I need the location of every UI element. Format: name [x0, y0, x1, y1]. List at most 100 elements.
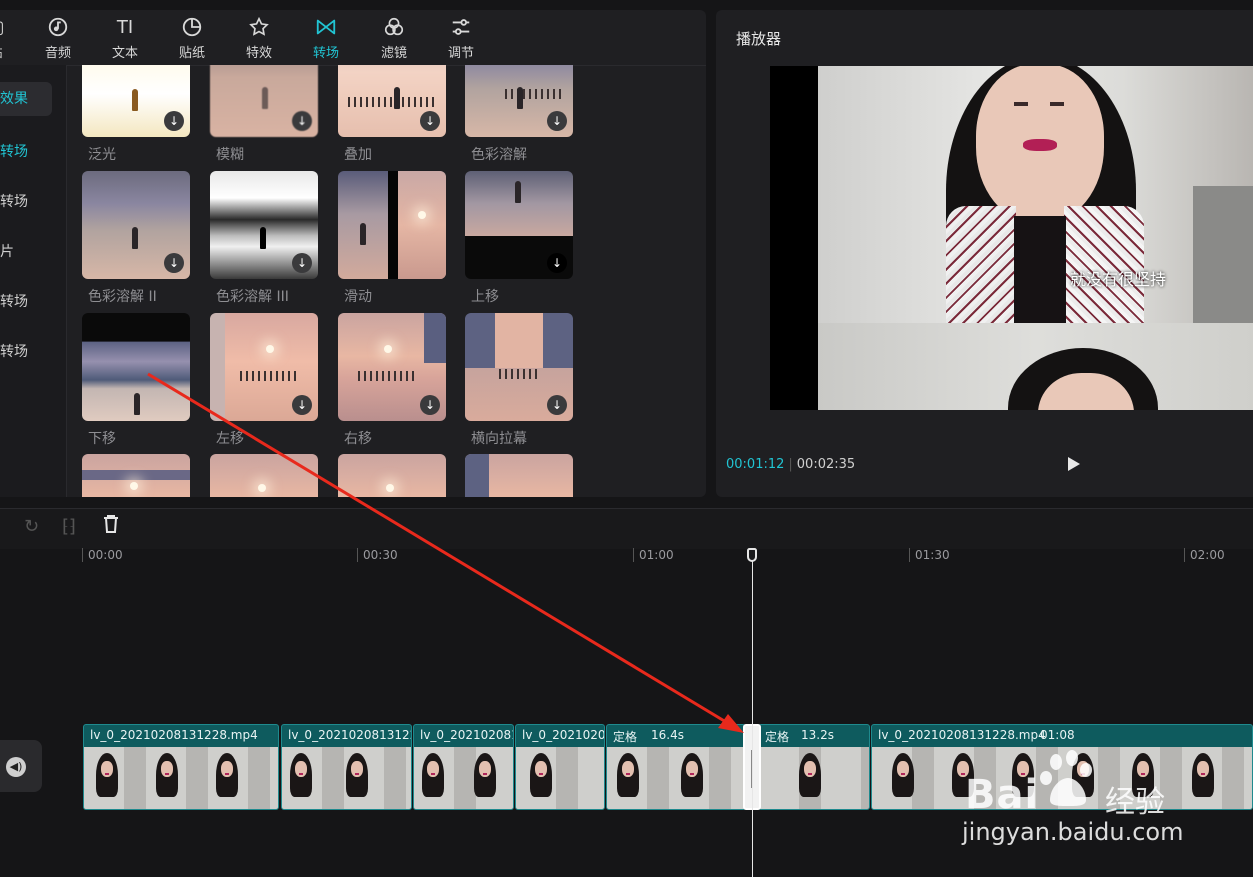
transition-thumbnail[interactable]: ↓ [82, 171, 190, 279]
category-item[interactable]: 罩转场 [0, 335, 66, 369]
transition-grid: ↓ 泛光 ↓ 模糊 ↓ 叠加 ↓ 色彩溶解 ↓ 色彩溶解 II ↓ 色彩溶解 I… [66, 65, 706, 497]
clip-name: 定格 [613, 730, 638, 744]
transition-label: 色彩溶解 III [216, 289, 289, 305]
tab-transitions[interactable]: 转场 [296, 16, 356, 66]
transition-label: 滑动 [344, 289, 372, 305]
download-icon[interactable]: ↓ [420, 395, 440, 415]
download-icon[interactable]: ↓ [292, 395, 312, 415]
ruler-tick [633, 548, 634, 562]
slide-divider [388, 171, 398, 279]
video-clip[interactable]: lv_0_20210208 [515, 724, 605, 810]
ruler-label: 00:30 [363, 548, 398, 562]
transition-label: 左移 [216, 431, 244, 447]
transition-thumbnail[interactable] [338, 171, 446, 279]
star-icon [229, 16, 289, 40]
transition-label: 上移 [471, 289, 499, 305]
url-watermark: jingyan.baidu.com [962, 818, 1184, 846]
tab-filters[interactable]: 滤镜 [364, 16, 424, 66]
transition-thumbnail[interactable]: ↓ [338, 313, 446, 421]
timecode: 00:01:12 | 00:02:35 [726, 457, 855, 472]
transition-thumbnail[interactable]: ↓ [465, 65, 573, 137]
sun [266, 345, 274, 353]
reeds [505, 89, 565, 99]
transition-thumbnail[interactable] [210, 454, 318, 497]
freeze-frame-clip[interactable]: 定格 13.2s [758, 724, 870, 810]
sun [386, 484, 394, 492]
tab-text[interactable]: TI 文本 [95, 16, 155, 66]
paw-icon [1036, 748, 1100, 812]
clip-duration: 16.4s [651, 728, 684, 742]
speaker-icon[interactable]: ◀) [6, 757, 26, 777]
current-time: 00:01:12 [726, 457, 785, 472]
transition-thumbnail[interactable]: ↓ [210, 171, 318, 279]
download-icon[interactable]: ↓ [547, 253, 567, 273]
video-subtitle: 就没有很坚持 [1070, 270, 1167, 289]
clip-frame [346, 753, 368, 803]
category-item[interactable]: 础转场 [0, 135, 66, 169]
transition-thumbnail[interactable] [82, 313, 190, 421]
tab-audio[interactable]: 音频 [28, 16, 88, 66]
sticker-icon [162, 16, 222, 40]
total-time: 00:02:35 [796, 457, 856, 472]
transition-label: 叠加 [344, 147, 372, 163]
delete-icon[interactable] [102, 514, 120, 539]
category-item[interactable]: 效转场 [0, 285, 66, 319]
sun [258, 484, 266, 492]
clip-frame [617, 753, 639, 803]
category-item[interactable]: 灯片 [0, 235, 66, 269]
download-icon[interactable]: ↓ [164, 253, 184, 273]
ruler-tick [357, 548, 358, 562]
video-frame-top [818, 66, 1253, 323]
tab-media[interactable]: ▢ 贴 [0, 16, 26, 66]
tab-sticker[interactable]: 贴纸 [162, 16, 222, 66]
download-icon[interactable]: ↓ [164, 111, 184, 131]
freeze-frame-clip[interactable]: 定格 16.4s [606, 724, 746, 810]
transition-thumbnail[interactable]: ↓ [82, 65, 190, 137]
clip-duration: 01:08 [1040, 728, 1075, 742]
transition-label: 横向拉幕 [471, 431, 527, 447]
reeds [499, 369, 539, 379]
download-icon[interactable]: ↓ [547, 395, 567, 415]
transition-thumbnail[interactable] [82, 454, 190, 497]
transition-thumbnail[interactable] [465, 454, 573, 497]
ruler-label: 00:00 [88, 548, 123, 562]
baidu-logo-watermark: Bai [965, 772, 1040, 818]
reeds [240, 371, 300, 381]
silhouette [134, 393, 140, 415]
video-clip[interactable]: lv_0_20210208131228. [281, 724, 412, 810]
redo-icon[interactable]: ↻ [24, 516, 39, 537]
sun [418, 211, 426, 219]
transition-thumbnail[interactable] [338, 454, 446, 497]
playhead[interactable] [752, 560, 753, 877]
category-item[interactable]: 场效果 [0, 82, 52, 116]
play-icon[interactable] [1068, 457, 1080, 471]
sun [130, 482, 138, 490]
bowtie-transition-icon [296, 16, 356, 40]
clip-frame [1192, 753, 1214, 803]
ruler-tick [1184, 548, 1185, 562]
category-item[interactable]: 镜转场 [0, 185, 66, 219]
clip-frame [290, 753, 312, 803]
tab-effects[interactable]: 特效 [229, 16, 289, 66]
black-top [1014, 216, 1066, 323]
download-icon[interactable]: ↓ [292, 111, 312, 131]
clip-duration: 13.2s [801, 728, 834, 742]
transition-thumbnail[interactable]: ↓ [465, 313, 573, 421]
silhouette [260, 227, 266, 249]
download-icon[interactable]: ↓ [420, 111, 440, 131]
download-icon[interactable]: ↓ [547, 111, 567, 131]
transition-thumbnail[interactable]: ↓ [338, 65, 446, 137]
player-title: 播放器 [736, 30, 782, 48]
transition-thumbnail[interactable]: ↓ [210, 65, 318, 137]
split-icon[interactable]: ⁅⁆ [62, 516, 76, 537]
download-icon[interactable]: ↓ [292, 253, 312, 273]
tab-adjust[interactable]: 调节 [431, 16, 491, 66]
video-clip[interactable]: lv_0_2021020813 [413, 724, 514, 810]
eye [1014, 102, 1028, 106]
silhouette [394, 87, 400, 109]
playhead-handle[interactable] [747, 548, 757, 562]
video-clip[interactable]: lv_0_20210208131228.mp4 [83, 724, 279, 810]
transition-thumbnail[interactable]: ↓ [210, 313, 318, 421]
transition-thumbnail[interactable]: ↓ [465, 171, 573, 279]
tool-tab-bar: ▢ 贴 音频 TI 文本 贴纸 特效 转场 滤镜 [0, 10, 706, 66]
